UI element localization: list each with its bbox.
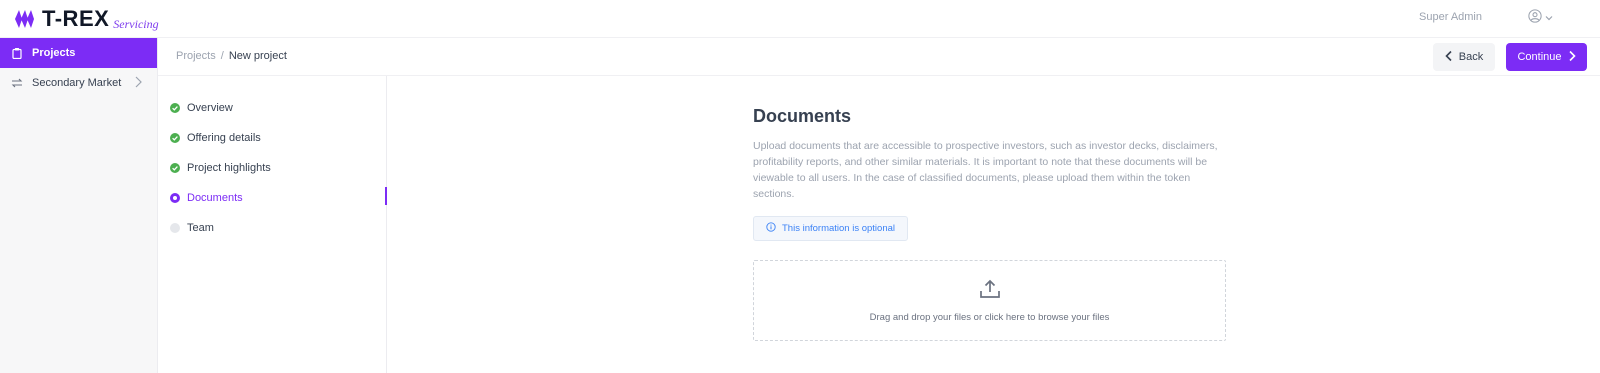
back-button[interactable]: Back [1433, 43, 1495, 71]
chevron-right-icon [133, 75, 143, 92]
page-title: Documents [753, 106, 852, 126]
upload-icon [979, 279, 1001, 304]
breadcrumb: Projects / New project [176, 50, 287, 62]
documents-section: Documents Upload documents that are acce… [753, 106, 1228, 241]
step-project-highlights[interactable]: Project highlights [170, 162, 271, 174]
brand-logo[interactable]: T-REX Servicing [14, 6, 159, 32]
step-done-check-icon [170, 163, 180, 173]
active-step-indicator [385, 187, 387, 205]
swap-arrows-icon [10, 76, 24, 90]
chevron-left-icon [1445, 50, 1453, 65]
step-offering-details[interactable]: Offering details [170, 132, 261, 144]
step-label: Offering details [187, 132, 261, 144]
sidebar-item-projects[interactable]: Projects [0, 38, 157, 68]
back-button-label: Back [1458, 51, 1484, 63]
user-circle-icon [1528, 9, 1542, 28]
optional-info-badge: This information is optional [753, 216, 908, 241]
page-description: Upload documents that are accessible to … [753, 140, 1218, 200]
user-menu[interactable] [1528, 9, 1554, 28]
sidebar-item-secondary-market[interactable]: Secondary Market [0, 68, 157, 98]
step-documents[interactable]: Documents [170, 192, 243, 204]
clipboard-icon [10, 46, 24, 60]
brand-name: T-REX [42, 6, 110, 31]
continue-button-label: Continue [1517, 51, 1562, 63]
page-toolbar: Projects / New project Back Continue [158, 38, 1600, 76]
optional-info-text: This information is optional [782, 223, 895, 234]
chevron-down-icon [1544, 10, 1554, 28]
step-done-check-icon [170, 103, 180, 113]
step-done-check-icon [170, 133, 180, 143]
dropzone-text: Drag and drop your files or click here t… [869, 311, 1110, 323]
file-dropzone[interactable]: Drag and drop your files or click here t… [753, 260, 1226, 341]
top-header: T-REX Servicing Super Admin [0, 0, 1600, 38]
sidebar-item-label: Projects [32, 47, 76, 59]
chevron-right-icon [1568, 50, 1576, 65]
step-pending-dot-icon [170, 223, 180, 233]
breadcrumb-current: New project [228, 50, 287, 62]
step-label: Project highlights [187, 162, 271, 174]
sidebar: Projects Secondary Market [0, 38, 158, 373]
step-team[interactable]: Team [170, 222, 214, 234]
step-list: Overview Offering details Project highli… [158, 76, 387, 373]
step-label: Team [187, 222, 214, 234]
step-current-dot-icon [170, 193, 180, 203]
breadcrumb-separator: / [220, 50, 224, 62]
user-name: Super Admin [1419, 11, 1482, 23]
breadcrumb-projects-link[interactable]: Projects [176, 50, 216, 62]
step-label: Overview [187, 102, 233, 114]
step-label: Documents [187, 192, 243, 204]
step-overview[interactable]: Overview [170, 102, 233, 114]
sidebar-item-label: Secondary Market [32, 77, 122, 89]
brand-subtitle: Servicing [113, 16, 159, 31]
continue-button[interactable]: Continue [1506, 43, 1587, 71]
info-icon [766, 222, 776, 235]
trex-logo-icon [14, 8, 36, 30]
